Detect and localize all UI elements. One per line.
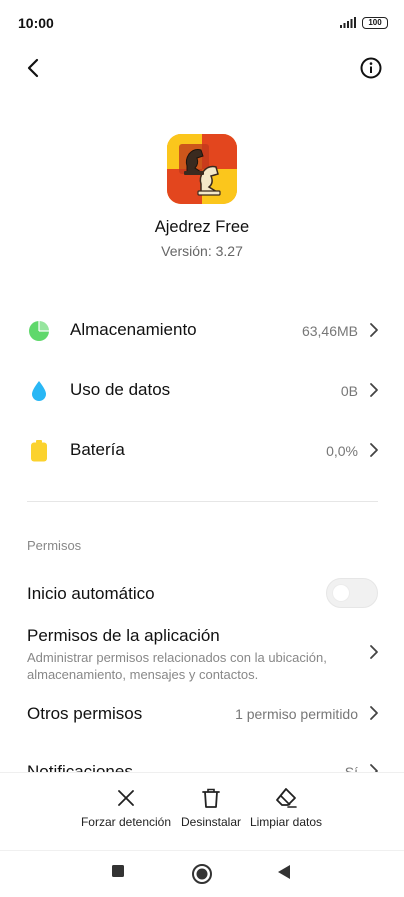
chevron-right-icon xyxy=(370,383,378,397)
clear-data-label: Limpiar datos xyxy=(249,815,323,829)
storage-pie-icon xyxy=(29,321,49,341)
close-x-icon xyxy=(118,790,134,806)
app-permissions-title: Permisos de la aplicación xyxy=(27,626,220,645)
clear-data-button[interactable]: Limpiar datos xyxy=(246,787,326,829)
app-name: Ajedrez Free xyxy=(154,218,250,236)
other-permissions-title: Otros permisos xyxy=(27,704,143,723)
battery-icon xyxy=(31,440,47,462)
water-drop-icon xyxy=(32,381,46,401)
force-stop-label: Forzar detención xyxy=(80,815,172,829)
app-version: Versión: 3.27 xyxy=(161,243,243,259)
app-permissions-description: Administrar permisos relacionados con la… xyxy=(27,650,327,682)
uninstall-button[interactable]: Desinstalar xyxy=(178,787,244,829)
eraser-icon xyxy=(276,788,297,808)
back-arrow-icon[interactable] xyxy=(20,54,48,82)
chevron-right-icon xyxy=(370,706,378,720)
autostart-toggle[interactable] xyxy=(326,578,378,608)
data-usage-label: Uso de datos xyxy=(70,380,171,399)
chevron-right-icon xyxy=(370,645,378,659)
chevron-right-icon xyxy=(370,443,378,457)
divider xyxy=(27,501,378,502)
signal-icon xyxy=(340,17,356,28)
toggle-knob xyxy=(332,584,350,602)
triangle-back-icon[interactable] xyxy=(277,864,291,880)
status-time: 10:00 xyxy=(18,15,54,31)
permissions-section-label: Permisos xyxy=(27,538,82,553)
system-nav-bar xyxy=(0,850,404,897)
chess-knight-app-icon xyxy=(167,134,237,204)
chevron-right-icon xyxy=(370,323,378,337)
battery-row[interactable]: Batería 0,0% xyxy=(0,422,404,478)
trash-icon xyxy=(202,788,220,808)
battery-indicator: 100 xyxy=(362,17,388,29)
storage-value: 63,46MB xyxy=(301,323,358,339)
storage-label: Almacenamiento xyxy=(70,320,197,339)
app-header: Ajedrez Free Versión: 3.27 xyxy=(0,134,404,259)
top-nav xyxy=(0,50,404,86)
app-permissions-row[interactable]: Permisos de la aplicación Administrar pe… xyxy=(0,620,404,690)
bottom-action-bar: Forzar detención Desinstalar Limpiar dat… xyxy=(0,772,404,850)
square-icon[interactable] xyxy=(111,864,125,878)
storage-row[interactable]: Almacenamiento 63,46MB xyxy=(0,302,404,358)
data-usage-row[interactable]: Uso de datos 0B xyxy=(0,362,404,418)
circle-icon[interactable] xyxy=(191,863,213,885)
uninstall-label: Desinstalar xyxy=(180,815,242,829)
battery-value: 0,0% xyxy=(326,443,358,459)
status-bar: 10:00 100 xyxy=(0,0,404,46)
autostart-label: Inicio automático xyxy=(27,584,155,603)
battery-label: Batería xyxy=(70,440,125,459)
other-permissions-value: 1 permiso permitido xyxy=(235,706,358,722)
data-usage-value: 0B xyxy=(340,383,358,399)
other-permissions-row[interactable]: Otros permisos 1 permiso permitido xyxy=(0,690,404,736)
force-stop-button[interactable]: Forzar detención xyxy=(80,787,172,829)
info-icon[interactable] xyxy=(357,54,385,82)
